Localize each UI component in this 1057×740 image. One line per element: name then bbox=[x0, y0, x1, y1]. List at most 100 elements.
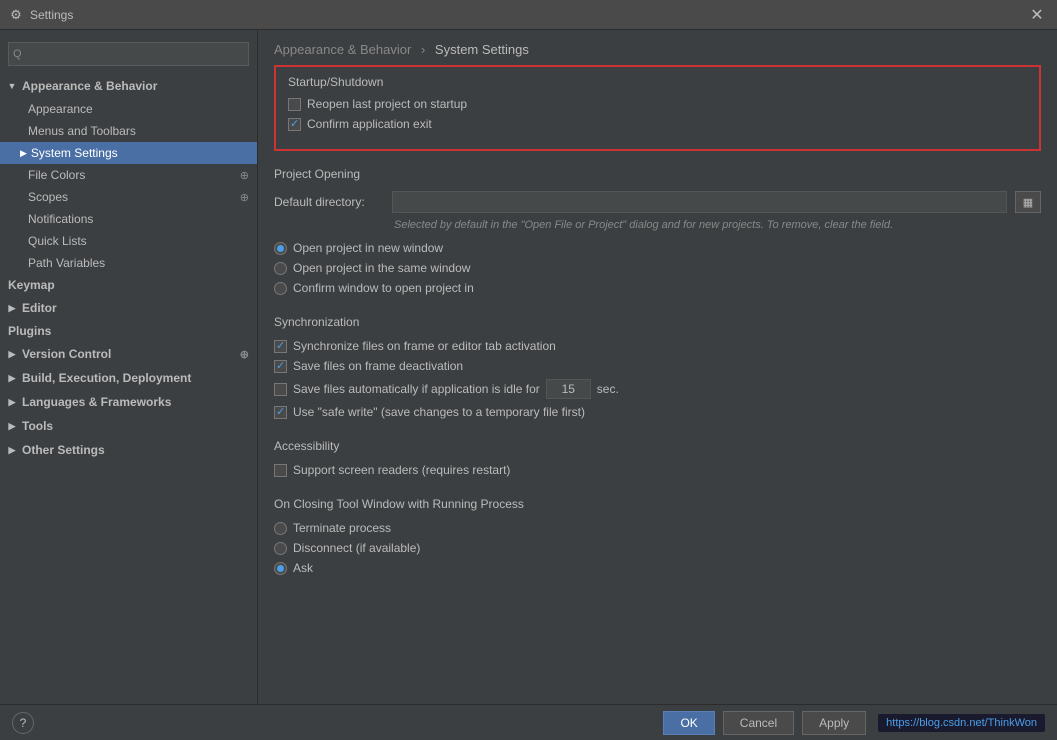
content-area: Appearance & Behavior › System Settings … bbox=[258, 30, 1057, 704]
confirm-exit-label[interactable]: Confirm application exit bbox=[307, 117, 432, 131]
sidebar-item-appearance[interactable]: Appearance bbox=[0, 98, 257, 120]
safe-write-row: Use "safe write" (save changes to a temp… bbox=[274, 405, 1041, 419]
sidebar-section-build[interactable]: ▶ Build, Execution, Deployment bbox=[0, 366, 257, 390]
save-on-deactivation-label[interactable]: Save files on frame deactivation bbox=[293, 359, 463, 373]
sidebar-section-tools[interactable]: ▶ Tools bbox=[0, 414, 257, 438]
sidebar-item-scopes[interactable]: Scopes ⊕ bbox=[0, 186, 257, 208]
bottom-bar: ? OK Cancel Apply https://blog.csdn.net/… bbox=[0, 704, 1057, 740]
sidebar-section-plugins[interactable]: Plugins bbox=[0, 320, 257, 342]
version-control-label: Version Control bbox=[22, 347, 111, 361]
sidebar-item-path-variables[interactable]: Path Variables bbox=[0, 252, 257, 274]
terminate-radio[interactable] bbox=[274, 522, 287, 535]
chevron-right-other-icon: ▶ bbox=[4, 442, 20, 458]
tools-label: Tools bbox=[22, 419, 53, 433]
sidebar-item-system-settings[interactable]: ▶ System Settings bbox=[0, 142, 257, 164]
open-same-window-radio[interactable] bbox=[274, 262, 287, 275]
save-on-deactivation-checkbox[interactable] bbox=[274, 360, 287, 373]
search-input[interactable] bbox=[8, 42, 249, 66]
window-title: Settings bbox=[30, 8, 1025, 22]
reopen-last-project-label[interactable]: Reopen last project on startup bbox=[307, 97, 467, 111]
title-bar: ⚙ Settings ✕ bbox=[0, 0, 1057, 30]
chevron-right-tools-icon: ▶ bbox=[4, 418, 20, 434]
ask-radio[interactable] bbox=[274, 562, 287, 575]
sync-files-checkbox[interactable] bbox=[274, 340, 287, 353]
vc-add-icon: ⊕ bbox=[240, 348, 249, 361]
sidebar-section-editor[interactable]: ▶ Editor bbox=[0, 296, 257, 320]
open-new-window-label[interactable]: Open project in new window bbox=[293, 241, 443, 255]
disconnect-row: Disconnect (if available) bbox=[274, 541, 1041, 555]
chevron-down-icon: ▼ bbox=[4, 78, 20, 94]
sidebar-section-appearance-behavior[interactable]: ▼ Appearance & Behavior bbox=[0, 74, 257, 98]
safe-write-label[interactable]: Use "safe write" (save changes to a temp… bbox=[293, 405, 585, 419]
default-directory-row: Default directory: ▦ bbox=[274, 191, 1041, 213]
keymap-label: Keymap bbox=[8, 278, 55, 292]
add-icon: ⊕ bbox=[240, 169, 249, 182]
sidebar-item-file-colors[interactable]: File Colors ⊕ bbox=[0, 164, 257, 186]
sidebar-item-menus-toolbars[interactable]: Menus and Toolbars bbox=[0, 120, 257, 142]
sidebar-section-keymap[interactable]: Keymap bbox=[0, 274, 257, 296]
synchronization-title: Synchronization bbox=[274, 315, 1041, 329]
confirm-exit-checkbox[interactable] bbox=[288, 118, 301, 131]
safe-write-checkbox[interactable] bbox=[274, 406, 287, 419]
apply-button[interactable]: Apply bbox=[802, 711, 866, 735]
confirm-window-radio[interactable] bbox=[274, 282, 287, 295]
sync-files-row: Synchronize files on frame or editor tab… bbox=[274, 339, 1041, 353]
breadcrumb: Appearance & Behavior › System Settings bbox=[258, 30, 1057, 65]
screen-readers-label[interactable]: Support screen readers (requires restart… bbox=[293, 463, 510, 477]
reopen-last-project-row: Reopen last project on startup bbox=[288, 97, 1027, 111]
disconnect-radio[interactable] bbox=[274, 542, 287, 555]
screen-readers-checkbox[interactable] bbox=[274, 464, 287, 477]
other-settings-label: Other Settings bbox=[22, 443, 105, 457]
save-auto-label[interactable]: Save files automatically if application … bbox=[293, 382, 540, 396]
chevron-right-vc-icon: ▶ bbox=[4, 346, 20, 362]
open-same-window-label[interactable]: Open project in the same window bbox=[293, 261, 470, 275]
app-icon: ⚙ bbox=[8, 7, 24, 23]
search-box[interactable]: Q bbox=[8, 42, 249, 66]
default-directory-label: Default directory: bbox=[274, 195, 384, 209]
search-icon: Q bbox=[13, 48, 22, 60]
sidebar-item-quick-lists[interactable]: Quick Lists bbox=[0, 230, 257, 252]
project-opening-hint: Selected by default in the "Open File or… bbox=[394, 219, 1041, 231]
close-button[interactable]: ✕ bbox=[1025, 3, 1049, 27]
ask-row: Ask bbox=[274, 561, 1041, 575]
confirm-exit-row: Confirm application exit bbox=[288, 117, 1027, 131]
sidebar-item-notifications[interactable]: Notifications bbox=[0, 208, 257, 230]
confirm-window-label[interactable]: Confirm window to open project in bbox=[293, 281, 474, 295]
confirm-window-row: Confirm window to open project in bbox=[274, 281, 1041, 295]
terminate-row: Terminate process bbox=[274, 521, 1041, 535]
main-container: Q ▼ Appearance & Behavior Appearance Men… bbox=[0, 30, 1057, 704]
closing-tool-window-section: On Closing Tool Window with Running Proc… bbox=[274, 497, 1041, 575]
browse-button[interactable]: ▦ bbox=[1015, 191, 1041, 213]
accessibility-title: Accessibility bbox=[274, 439, 1041, 453]
ask-label[interactable]: Ask bbox=[293, 561, 313, 575]
ok-button[interactable]: OK bbox=[663, 711, 714, 735]
sidebar: Q ▼ Appearance & Behavior Appearance Men… bbox=[0, 30, 258, 704]
startup-shutdown-title: Startup/Shutdown bbox=[288, 75, 1027, 89]
save-auto-row: Save files automatically if application … bbox=[274, 379, 1041, 399]
settings-content: Startup/Shutdown Reopen last project on … bbox=[258, 65, 1057, 611]
save-auto-seconds-input[interactable] bbox=[546, 379, 591, 399]
cancel-button[interactable]: Cancel bbox=[723, 711, 794, 735]
screen-readers-row: Support screen readers (requires restart… bbox=[274, 463, 1041, 477]
disconnect-label[interactable]: Disconnect (if available) bbox=[293, 541, 420, 555]
editor-label: Editor bbox=[22, 301, 57, 315]
terminate-label[interactable]: Terminate process bbox=[293, 521, 391, 535]
closing-tool-window-title: On Closing Tool Window with Running Proc… bbox=[274, 497, 1041, 511]
chevron-right-icon: ▶ bbox=[20, 148, 27, 159]
add-icon-scopes: ⊕ bbox=[240, 191, 249, 204]
seconds-label: sec. bbox=[597, 382, 619, 396]
default-directory-input[interactable] bbox=[392, 191, 1007, 213]
save-auto-checkbox[interactable] bbox=[274, 383, 287, 396]
project-opening-section: Project Opening Default directory: ▦ Sel… bbox=[274, 167, 1041, 295]
reopen-last-project-checkbox[interactable] bbox=[288, 98, 301, 111]
sidebar-section-other-settings[interactable]: ▶ Other Settings bbox=[0, 438, 257, 462]
accessibility-section: Accessibility Support screen readers (re… bbox=[274, 439, 1041, 477]
help-button[interactable]: ? bbox=[12, 712, 34, 734]
open-new-window-radio[interactable] bbox=[274, 242, 287, 255]
open-same-window-row: Open project in the same window bbox=[274, 261, 1041, 275]
sync-files-label[interactable]: Synchronize files on frame or editor tab… bbox=[293, 339, 556, 353]
save-on-deactivation-row: Save files on frame deactivation bbox=[274, 359, 1041, 373]
url-bar: https://blog.csdn.net/ThinkWon bbox=[878, 714, 1045, 732]
sidebar-section-languages[interactable]: ▶ Languages & Frameworks bbox=[0, 390, 257, 414]
sidebar-section-version-control[interactable]: ▶ Version Control ⊕ bbox=[0, 342, 257, 366]
